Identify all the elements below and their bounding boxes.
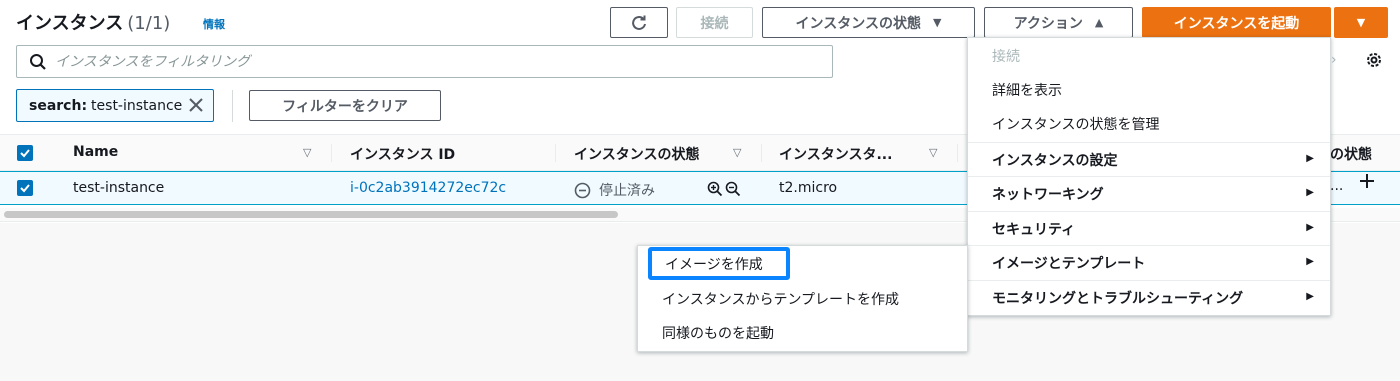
filter-token-key: search: — [29, 97, 88, 114]
image-submenu: イメージを作成 インスタンスからテンプレートを作成 同様のものを起動 — [637, 245, 968, 352]
menu-item-instance-settings[interactable]: インスタンスの設定 ▶ — [968, 142, 1330, 176]
menu-item-label: ネットワーキング — [992, 186, 1104, 203]
instance-state: 停止済み — [574, 180, 655, 200]
actions-button[interactable]: アクション ▲ — [984, 7, 1133, 38]
caret-right-icon: ▶ — [1306, 222, 1314, 233]
status-check-value: ... — [1330, 178, 1344, 194]
sort-icon[interactable]: ▽ — [303, 146, 311, 159]
stopped-icon — [574, 182, 591, 198]
search-box[interactable] — [16, 45, 833, 78]
zoom-out-icon[interactable] — [725, 181, 741, 197]
refresh-button[interactable] — [610, 7, 668, 38]
filter-token-value: test-instance — [91, 97, 183, 114]
instance-state-label: 停止済み — [599, 183, 655, 199]
sort-icon[interactable]: ▽ — [929, 146, 937, 159]
menu-item-label: セキュリティ — [992, 221, 1076, 238]
caret-right-icon: ▶ — [1306, 256, 1314, 267]
check-icon — [20, 184, 30, 193]
column-header-instance-state[interactable]: インスタンスの状態 — [574, 144, 699, 164]
column-header-instance-type[interactable]: インスタンスタ... — [779, 144, 892, 164]
menu-item-label: インスタンスの設定 — [992, 152, 1118, 169]
menu-item-label: モニタリングとトラブルシューティング — [992, 290, 1244, 307]
instance-count: (1/1) — [127, 13, 171, 34]
menu-item-create-image[interactable]: イメージを作成 — [648, 247, 790, 280]
column-divider[interactable] — [331, 144, 332, 162]
caret-up-icon: ▲ — [1094, 16, 1104, 29]
actions-button-label: アクション — [1013, 15, 1083, 32]
instance-state-button[interactable]: インスタンスの状態 ▼ — [762, 7, 975, 38]
column-header-name[interactable]: Name — [73, 144, 118, 160]
caret-down-icon: ▼ — [932, 16, 942, 29]
info-link[interactable]: 情報 — [203, 16, 225, 32]
gear-icon[interactable] — [1364, 50, 1384, 70]
menu-item-launch-more-like-this[interactable]: 同様のものを起動 — [638, 316, 967, 350]
page-title: インスタンス (1/1) — [16, 9, 170, 35]
menu-item-create-template-from-instance[interactable]: インスタンスからテンプレートを作成 — [638, 282, 967, 316]
menu-item-monitor-and-troubleshoot[interactable]: モニタリングとトラブルシューティング ▶ — [968, 280, 1330, 314]
actions-menu: 接続 詳細を表示 インスタンスの状態を管理 インスタンスの設定 ▶ ネットワーキン… — [967, 37, 1331, 316]
instance-id-link[interactable]: i-0c2ab3914272ec72c — [350, 180, 506, 196]
menu-item-manage-instance-state[interactable]: インスタンスの状態を管理 — [968, 107, 1330, 141]
menu-item-view-details[interactable]: 詳細を表示 — [968, 73, 1330, 107]
search-icon — [30, 54, 46, 70]
caret-right-icon: ▶ — [1306, 291, 1314, 302]
column-header-instance-id[interactable]: インスタンス ID — [350, 144, 455, 164]
clear-filters-button[interactable]: フィルターをクリア — [249, 90, 441, 121]
select-all-checkbox[interactable] — [17, 145, 33, 161]
zoom-in-icon[interactable] — [707, 181, 723, 197]
caret-right-icon: ▶ — [1306, 187, 1314, 198]
menu-item-label: イメージとテンプレート — [992, 255, 1146, 272]
menu-item-image-and-templates[interactable]: イメージとテンプレート ▶ — [968, 245, 1330, 279]
launch-instances-button[interactable]: インスタンスを起動 — [1142, 7, 1331, 38]
scrollbar-thumb[interactable] — [4, 211, 618, 218]
divider — [232, 90, 233, 122]
column-header-status-check[interactable]: の状態 — [1330, 144, 1372, 164]
launch-dropdown-button[interactable]: ▼ — [1334, 7, 1388, 38]
page-title-text: インスタンス — [16, 13, 124, 34]
column-divider[interactable] — [957, 144, 958, 162]
instance-type: t2.micro — [779, 180, 838, 196]
next-page-icon[interactable]: › — [1331, 52, 1337, 68]
column-divider[interactable] — [761, 144, 762, 162]
instance-name: test-instance — [73, 180, 165, 196]
close-icon[interactable] — [187, 96, 205, 114]
menu-item-networking[interactable]: ネットワーキング ▶ — [968, 176, 1330, 210]
caret-down-icon: ▼ — [1356, 16, 1366, 29]
filter-token: search: test-instance — [16, 89, 214, 122]
sort-icon[interactable]: ▽ — [733, 146, 741, 159]
column-divider[interactable] — [555, 144, 556, 162]
menu-item-connect[interactable]: 接続 — [968, 39, 1330, 73]
menu-item-security[interactable]: セキュリティ ▶ — [968, 211, 1330, 245]
instance-state-button-label: インスタンスの状態 — [795, 15, 921, 32]
caret-right-icon: ▶ — [1306, 153, 1314, 164]
search-input[interactable] — [55, 50, 815, 74]
check-icon — [20, 149, 30, 158]
row-checkbox[interactable] — [17, 180, 33, 196]
refresh-icon — [632, 15, 646, 30]
plus-icon[interactable] — [1358, 172, 1376, 190]
connect-button[interactable]: 接続 — [676, 7, 753, 38]
